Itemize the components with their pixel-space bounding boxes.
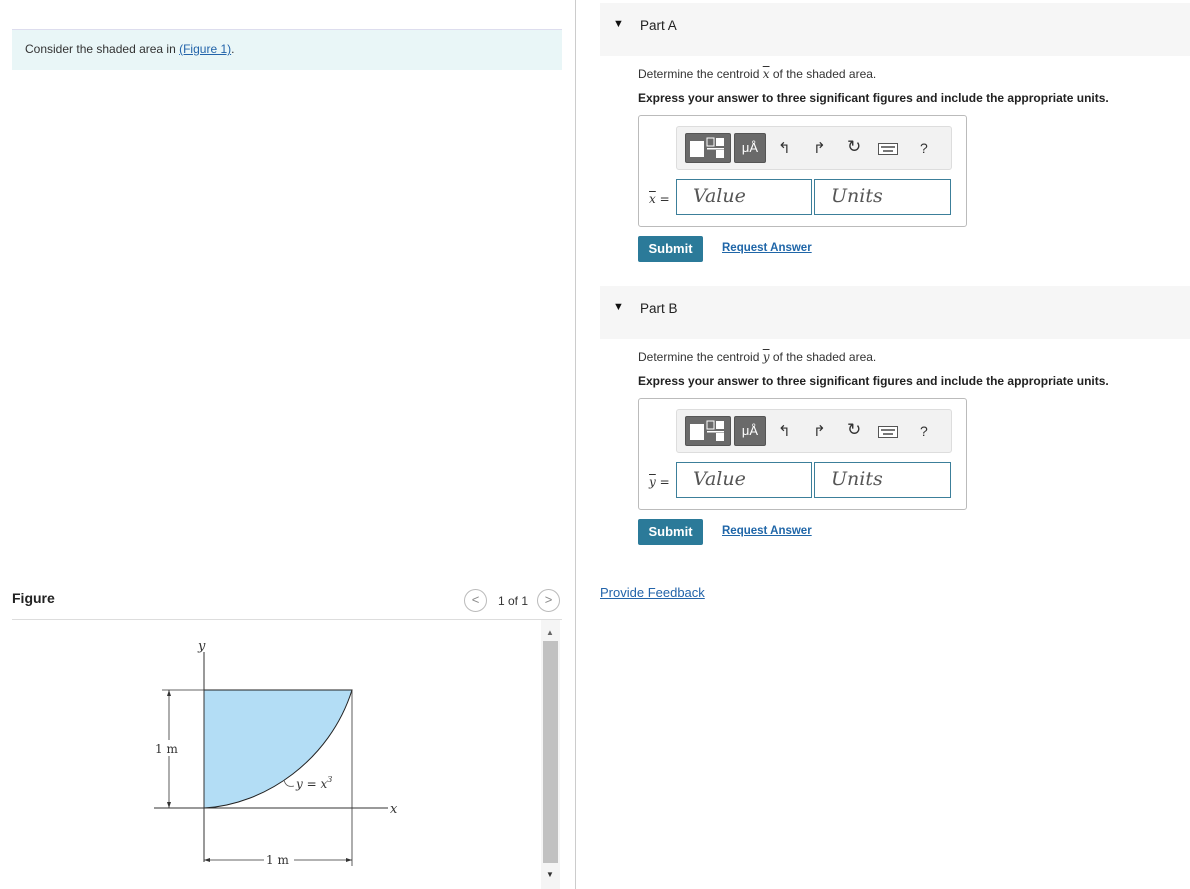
- submit-button[interactable]: Submit: [638, 236, 703, 262]
- part-a-title: Part A: [640, 18, 677, 33]
- figure-scrollbar[interactable]: ▲ ▼: [541, 620, 560, 889]
- submit-button[interactable]: Submit: [638, 519, 703, 545]
- collapse-caret-icon[interactable]: ▼: [613, 18, 624, 30]
- var-symbol: x: [649, 192, 656, 206]
- shaded-area: [203, 689, 353, 809]
- figure-diagram: 1 m 1 m y x y = x3: [152, 639, 398, 867]
- variable-label: y =: [649, 475, 670, 489]
- width-arrow-right: [346, 858, 352, 862]
- part-a-answer-box: μÅ ↰ ↱ ↻ ? x = Value Units: [638, 115, 967, 227]
- undo-icon[interactable]: ↰: [778, 422, 791, 440]
- value-input[interactable]: Value: [676, 462, 812, 498]
- height-arrow-bottom: [167, 802, 171, 808]
- part-b-question: Determine the centroid y of the shaded a…: [638, 350, 876, 364]
- part-a-question: Determine the centroid x of the shaded a…: [638, 67, 876, 81]
- y-axis-label: y: [197, 639, 206, 654]
- keyboard-icon[interactable]: [878, 143, 898, 155]
- collapse-caret-icon[interactable]: ▼: [613, 301, 624, 313]
- height-arrow-top: [167, 690, 171, 696]
- request-answer-link[interactable]: Request Answer: [722, 525, 812, 537]
- prev-figure-button[interactable]: <: [464, 589, 487, 612]
- units-button[interactable]: μÅ: [734, 133, 766, 163]
- curve-lhs: y = x: [295, 777, 327, 791]
- request-answer-link[interactable]: Request Answer: [722, 242, 812, 254]
- units-button[interactable]: μÅ: [734, 416, 766, 446]
- scroll-down-arrow-icon[interactable]: ▼: [546, 870, 554, 879]
- math-toolbar: μÅ ↰ ↱ ↻ ?: [676, 409, 952, 453]
- x-axis-label: x: [390, 802, 398, 817]
- help-icon[interactable]: ?: [920, 140, 928, 156]
- intro-suffix: .: [231, 42, 235, 56]
- height-label: 1 m: [155, 742, 178, 756]
- math-toolbar: μÅ ↰ ↱ ↻ ?: [676, 126, 952, 170]
- curve-label-leader: [283, 779, 295, 787]
- figure-title: Figure: [12, 590, 55, 606]
- units-input[interactable]: Units: [814, 462, 951, 498]
- problem-statement: Consider the shaded area in (Figure 1).: [12, 29, 562, 70]
- curve-label: y = x3: [295, 775, 332, 791]
- part-b-title: Part B: [640, 301, 678, 316]
- question-suffix: of the shaded area.: [769, 350, 877, 364]
- width-arrow-left: [204, 858, 210, 862]
- template-button[interactable]: [685, 416, 731, 446]
- question-prefix: Determine the centroid: [638, 67, 763, 81]
- reset-icon[interactable]: ↻: [847, 420, 861, 440]
- fraction-template-icon: [690, 137, 724, 158]
- part-b-answer-box: μÅ ↰ ↱ ↻ ? y = Value Units: [638, 398, 967, 510]
- figure-link[interactable]: (Figure 1): [179, 42, 231, 56]
- part-a-instruction: Express your answer to three significant…: [638, 91, 1109, 105]
- question-var: y: [762, 350, 770, 364]
- value-input[interactable]: Value: [676, 179, 812, 215]
- fraction-template-icon: [690, 420, 724, 441]
- undo-icon[interactable]: ↰: [778, 139, 791, 157]
- redo-icon[interactable]: ↱: [813, 139, 826, 157]
- keyboard-icon[interactable]: [878, 426, 898, 438]
- variable-label: x =: [649, 192, 670, 206]
- reset-icon[interactable]: ↻: [847, 137, 861, 157]
- scroll-thumb[interactable]: [543, 641, 558, 863]
- part-b-instruction: Express your answer to three significant…: [638, 374, 1109, 388]
- part-b-header[interactable]: ▼ Part B: [600, 286, 1190, 339]
- scroll-up-arrow-icon[interactable]: ▲: [546, 628, 554, 637]
- intro-text: Consider the shaded area in: [25, 42, 180, 56]
- var-eq: =: [655, 192, 670, 206]
- redo-icon[interactable]: ↱: [813, 422, 826, 440]
- var-eq: =: [655, 475, 670, 489]
- width-label: 1 m: [266, 853, 289, 867]
- question-prefix: Determine the centroid: [638, 350, 763, 364]
- next-figure-button[interactable]: >: [537, 589, 560, 612]
- question-suffix: of the shaded area.: [769, 67, 877, 81]
- curve-exp: 3: [327, 775, 332, 784]
- template-button[interactable]: [685, 133, 731, 163]
- figure-pager: 1 of 1: [498, 594, 529, 608]
- left-pane: Consider the shaded area in (Figure 1). …: [0, 0, 576, 889]
- help-icon[interactable]: ?: [920, 423, 928, 439]
- question-var: x: [762, 67, 770, 81]
- part-a-header[interactable]: ▼ Part A: [600, 3, 1190, 56]
- provide-feedback-link[interactable]: Provide Feedback: [600, 585, 705, 600]
- figure-header: Figure < 1 of 1 >: [12, 583, 562, 620]
- units-input[interactable]: Units: [814, 179, 951, 215]
- var-symbol: y: [649, 475, 656, 489]
